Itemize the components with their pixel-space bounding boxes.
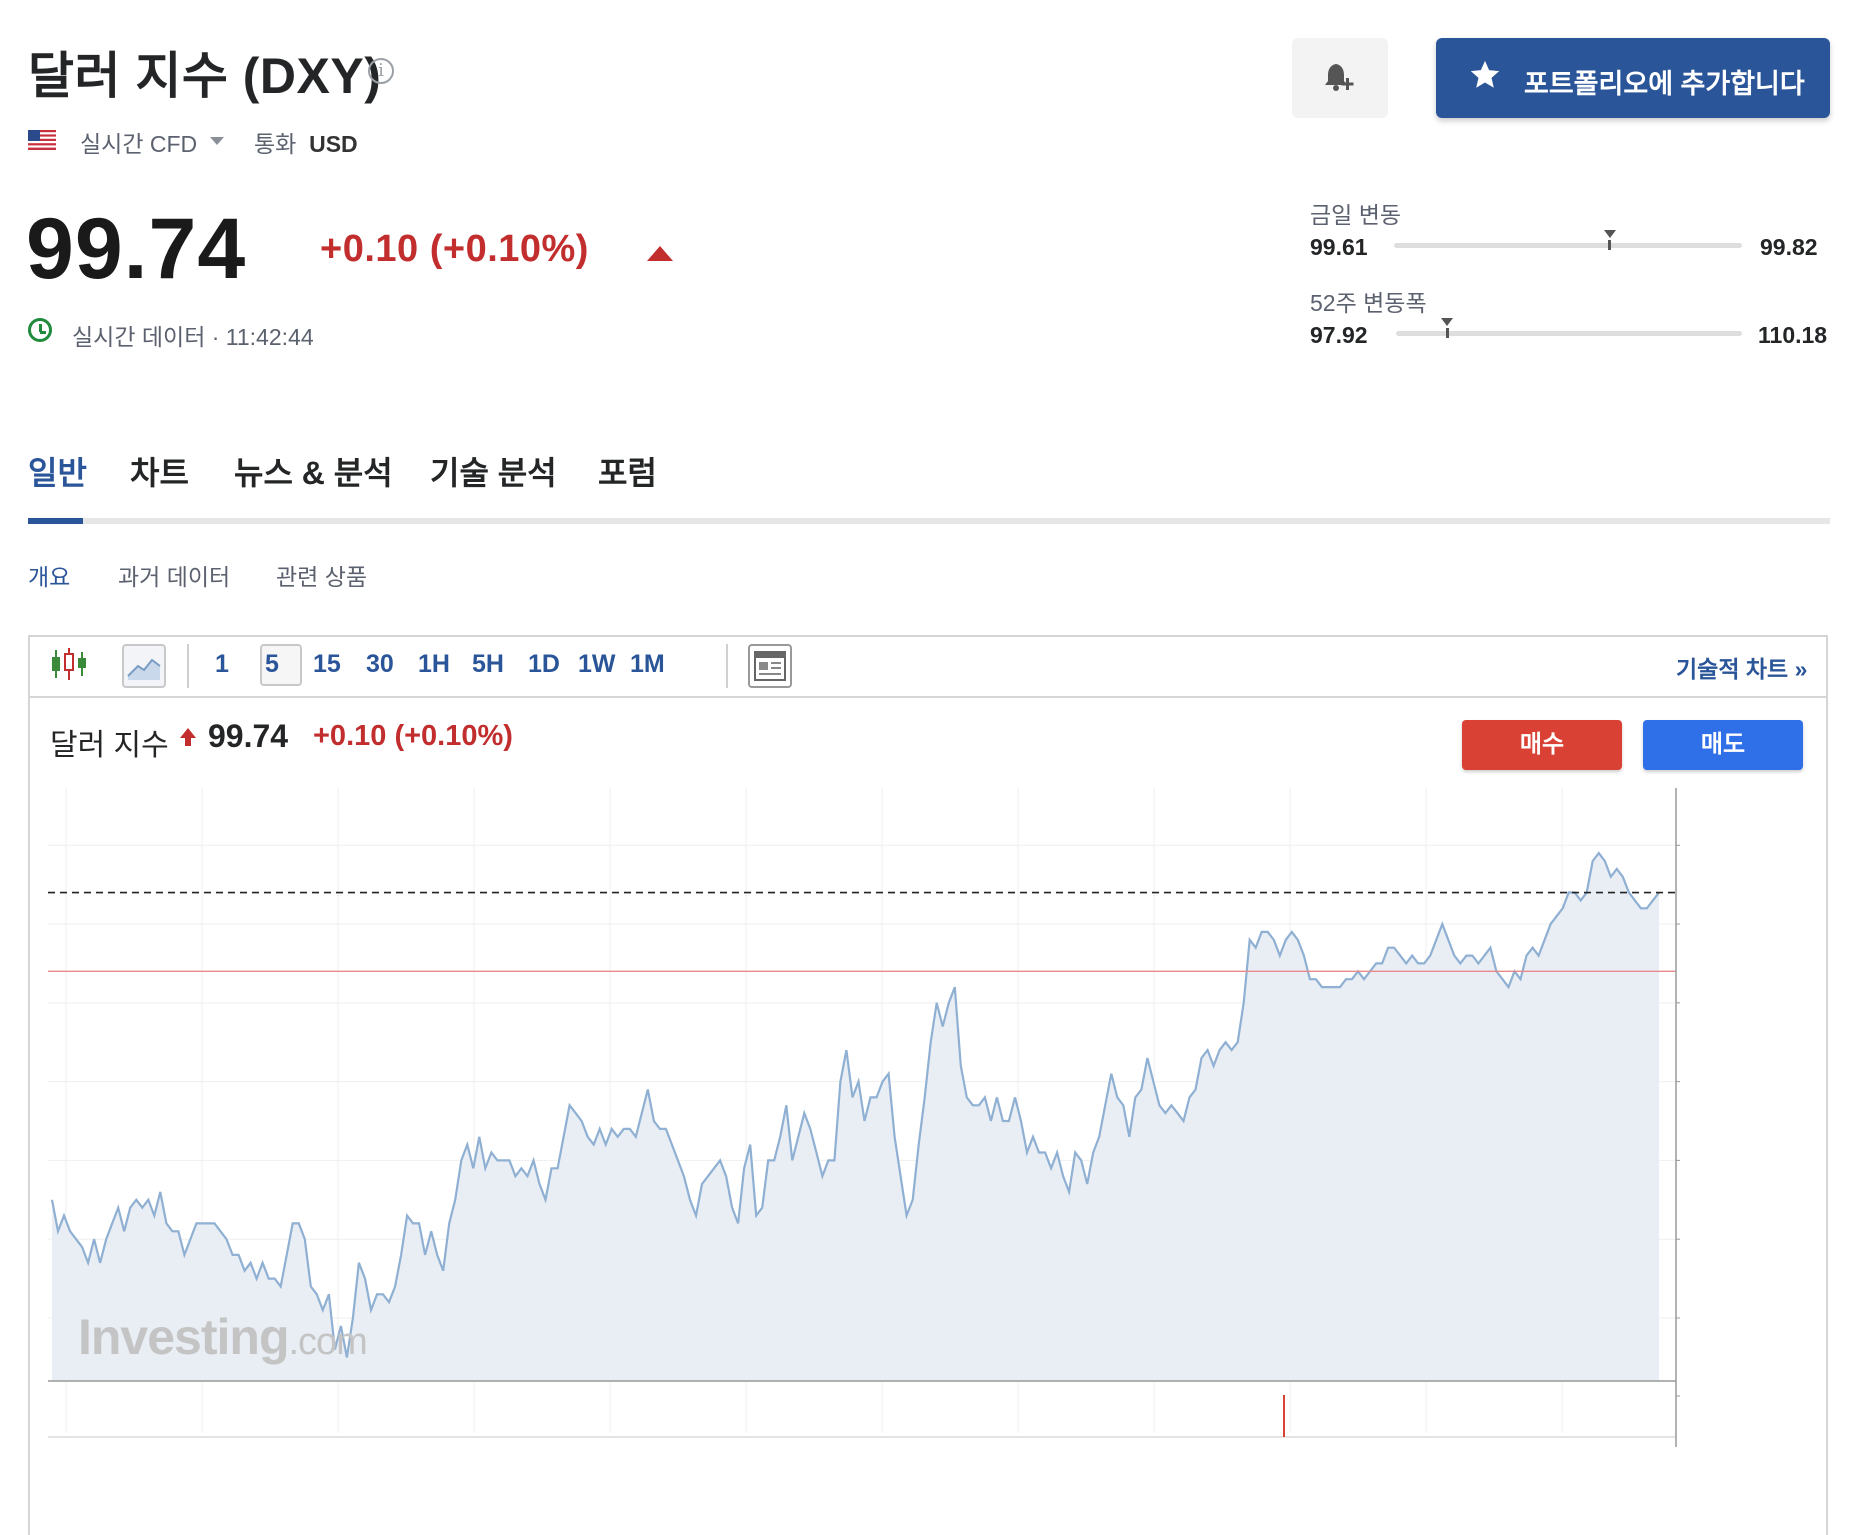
interval-1w[interactable]: 1W <box>578 650 616 679</box>
up-arrow-icon <box>180 728 196 746</box>
technical-chart-link[interactable]: 기술적 차트 » <box>1676 650 1807 684</box>
day-range-bar <box>1394 243 1742 248</box>
tab-technical[interactable]: 기술 분석 <box>430 448 557 494</box>
price-area-fill <box>52 853 1659 1381</box>
subtab-related[interactable]: 관련 상품 <box>276 558 367 592</box>
chart-price: 99.74 <box>208 718 289 754</box>
currency-info: 통화 USD <box>254 125 358 159</box>
bell-plus-icon <box>1325 64 1354 91</box>
interval-1[interactable]: 1 <box>215 650 229 679</box>
week52-range-label: 52주 변동폭 <box>1310 290 1427 316</box>
interval-5[interactable]: 5 <box>265 650 279 679</box>
chart-change: +0.10 (+0.10%) <box>313 720 513 753</box>
star-icon <box>1470 60 1500 88</box>
page-title: 달러 지수 (DXY) <box>28 48 382 104</box>
tab-news-analysis[interactable]: 뉴스 & 분석 <box>234 448 393 494</box>
toolbar-divider <box>30 696 1826 698</box>
newspaper-icon <box>754 651 786 681</box>
week52-range-marker <box>1441 318 1454 326</box>
interval-1h[interactable]: 1H <box>418 650 450 679</box>
week52-range-low: 97.92 <box>1310 322 1368 348</box>
last-price: 99.74 <box>26 201 247 297</box>
candlestick-icon[interactable] <box>50 646 88 682</box>
add-to-portfolio-label: 포트폴리오에 추가합니다 <box>1524 69 1805 99</box>
interval-1d[interactable]: 1D <box>528 650 560 679</box>
subtab-historical-data[interactable]: 과거 데이터 <box>118 558 230 592</box>
market-type-dropdown[interactable]: 실시간 CFD <box>80 125 197 159</box>
day-range-high: 99.82 <box>1760 234 1818 260</box>
alert-button[interactable] <box>1292 38 1388 118</box>
interval-15[interactable]: 15 <box>313 650 341 679</box>
subtab-overview[interactable]: 개요 <box>28 558 70 592</box>
toolbar-separator <box>726 644 728 688</box>
interval-5h[interactable]: 5H <box>472 650 504 679</box>
chart-instrument-name: 달러 지수 <box>50 729 169 762</box>
investing-watermark: Investing.com <box>78 1308 368 1366</box>
tab-bar-divider <box>28 518 1830 524</box>
tab-chart[interactable]: 차트 <box>130 448 189 494</box>
chart-change-percent: (+0.10%) <box>394 720 513 752</box>
day-range-low: 99.61 <box>1310 234 1368 260</box>
us-flag-icon <box>28 130 56 150</box>
add-to-portfolio-button[interactable]: 포트폴리오에 추가합니다 <box>1436 38 1830 118</box>
day-range-marker <box>1603 230 1616 238</box>
up-arrow-icon <box>647 246 673 261</box>
clock-icon <box>28 318 52 342</box>
news-layout-button[interactable] <box>748 644 792 688</box>
sell-button[interactable]: 매도 <box>1643 720 1803 770</box>
currency-value: USD <box>309 131 358 157</box>
change-value: +0.10 <box>320 228 419 270</box>
price-change: +0.10 (+0.10%) <box>320 228 589 271</box>
area-chart-button[interactable] <box>122 644 166 688</box>
day-range-tick <box>1608 240 1612 250</box>
day-range-label: 금일 변동 <box>1310 202 1402 228</box>
chevron-down-icon[interactable] <box>210 137 224 145</box>
tab-forum[interactable]: 포럼 <box>598 448 657 494</box>
buy-button[interactable]: 매수 <box>1462 720 1622 770</box>
week52-range-high: 110.18 <box>1758 322 1828 348</box>
change-percent: (+0.10%) <box>429 228 589 270</box>
realtime-timestamp: 실시간 데이터 · 11:42:44 <box>72 324 314 350</box>
info-icon[interactable]: i <box>368 58 394 84</box>
watermark-brand: Investing <box>78 1309 289 1365</box>
week52-range-tick <box>1445 328 1449 338</box>
area-chart-icon <box>127 658 161 680</box>
currency-label: 통화 <box>254 131 297 157</box>
watermark-suffix: .com <box>288 1321 367 1363</box>
tab-general[interactable]: 일반 <box>28 448 87 494</box>
interval-1m[interactable]: 1M <box>630 650 665 679</box>
interval-30[interactable]: 30 <box>366 650 394 679</box>
chart-change-value: +0.10 <box>313 720 387 752</box>
toolbar-separator <box>187 644 189 688</box>
active-tab-indicator <box>28 518 83 524</box>
